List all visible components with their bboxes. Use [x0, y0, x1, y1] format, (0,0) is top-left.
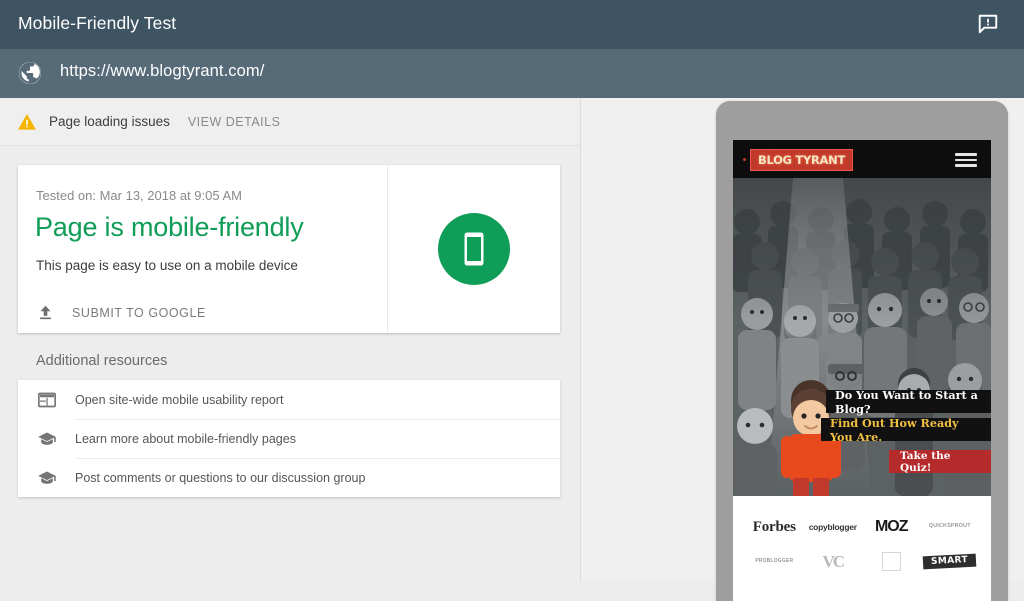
page-loading-issues-bar: Page loading issues VIEW DETAILS	[0, 98, 580, 146]
tested-on-timestamp: Tested on: Mar 13, 2018 at 9:05 AM	[36, 188, 242, 203]
logo-placeholder	[882, 552, 901, 571]
logo-vc: VC	[822, 553, 843, 570]
logo-dot-right	[837, 158, 840, 161]
hamburger-menu-icon[interactable]	[955, 153, 977, 167]
submit-to-google-button[interactable]: SUBMIT TO GOOGLE	[36, 303, 206, 322]
upload-icon	[36, 303, 55, 322]
resource-item-discussion-group[interactable]: Post comments or questions to our discus…	[18, 458, 560, 497]
additional-resources-title: Additional resources	[36, 353, 167, 369]
globe-icon	[17, 60, 43, 86]
resource-label: Post comments or questions to our discus…	[75, 471, 365, 485]
view-details-link[interactable]: VIEW DETAILS	[188, 115, 281, 129]
crowd-artwork	[733, 178, 991, 496]
verdict-subtext: This page is easy to use on a mobile dev…	[36, 258, 298, 273]
resource-item-learn-more[interactable]: Learn more about mobile-friendly pages	[18, 419, 560, 458]
submit-to-google-label: SUBMIT TO GOOGLE	[72, 306, 206, 320]
logo-copyblogger: copyblogger	[809, 523, 857, 531]
phone-screen: BLOG TYRANT	[733, 140, 991, 601]
dashboard-report-icon	[37, 390, 57, 410]
mobile-friendly-badge	[387, 165, 560, 333]
resource-item-usability-report[interactable]: Open site-wide mobile usability report	[18, 380, 560, 419]
app-header-bar: Mobile-Friendly Test	[0, 0, 1024, 49]
logo-moz: MOZ	[875, 519, 908, 535]
logo-quicksprout: QUICKSPROUT	[929, 524, 971, 529]
warning-triangle-icon	[17, 112, 37, 132]
url-input[interactable]: https://www.blogtyrant.com/	[60, 62, 264, 81]
logo-smart: SMART	[923, 553, 977, 569]
graduation-cap-icon	[37, 429, 57, 449]
featured-logos-strip: Forbes copyblogger MOZ QUICKSPROUT PROBL…	[733, 496, 991, 584]
feedback-button[interactable]	[974, 10, 1002, 38]
logo-forbes: Forbes	[753, 520, 796, 535]
phone-frame: BLOG TYRANT	[716, 101, 1008, 601]
hero-banner-line-1: Do You Want to Start a Blog?	[826, 390, 991, 413]
logo-dot-left	[743, 158, 746, 161]
resource-label: Open site-wide mobile usability report	[75, 393, 283, 407]
feedback-speech-bubble-icon	[977, 13, 999, 35]
test-result-card: Tested on: Mar 13, 2018 at 9:05 AM Page …	[18, 165, 560, 333]
result-card-left: Tested on: Mar 13, 2018 at 9:05 AM Page …	[18, 165, 387, 333]
hero-crowd-illustration: Do You Want to Start a Blog? Find Out Ho…	[733, 178, 991, 496]
resource-label: Learn more about mobile-friendly pages	[75, 432, 296, 446]
results-pane: Page loading issues VIEW DETAILS Tested …	[0, 98, 580, 581]
graduation-cap-icon	[37, 468, 57, 488]
url-bar[interactable]: https://www.blogtyrant.com/	[0, 49, 1024, 98]
hero-banner-line-2: Find Out How Ready You Are.	[821, 418, 991, 441]
verdict-headline: Page is mobile-friendly	[35, 212, 304, 243]
site-header: BLOG TYRANT	[733, 140, 991, 178]
additional-resources-card: Open site-wide mobile usability report L…	[18, 380, 560, 497]
mobile-phone-icon	[438, 213, 510, 285]
site-logo-text: BLOG TYRANT	[758, 153, 845, 167]
page-title: Mobile-Friendly Test	[18, 13, 176, 34]
logo-problogger: PROBLOGGER	[755, 559, 793, 564]
take-the-quiz-button[interactable]: Take the Quiz!	[889, 450, 991, 473]
page-loading-issues-label: Page loading issues	[49, 114, 170, 129]
